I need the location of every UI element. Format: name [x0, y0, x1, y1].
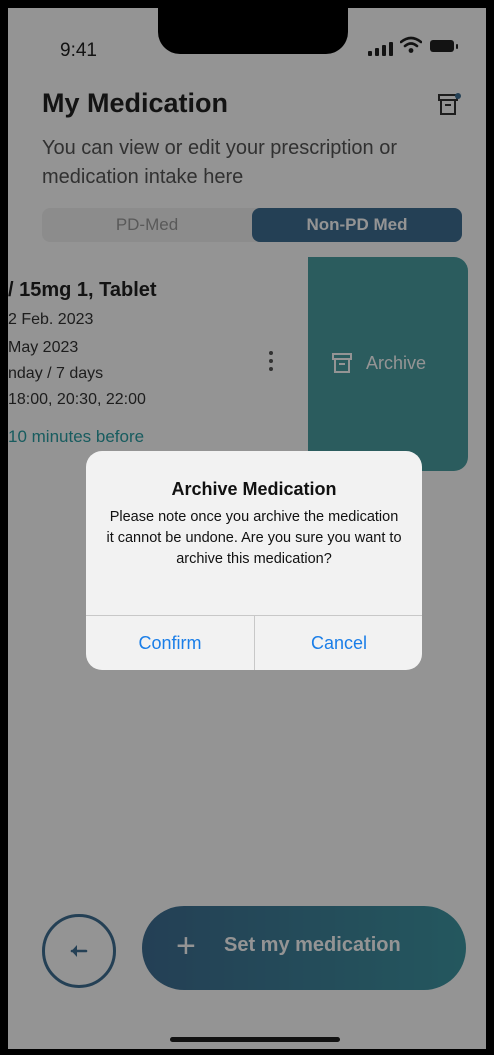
home-indicator[interactable] [170, 1037, 340, 1042]
dialog-message: Please note once you archive the medicat… [106, 509, 402, 567]
cancel-button[interactable]: Cancel [255, 616, 422, 670]
confirm-button[interactable]: Confirm [86, 616, 254, 670]
phone-screen: 9:41 My Medication You can view or edit … [8, 8, 486, 1049]
dialog-title: Archive Medication [171, 479, 337, 499]
archive-confirm-dialog: Archive Medication Please note once you … [86, 451, 422, 670]
